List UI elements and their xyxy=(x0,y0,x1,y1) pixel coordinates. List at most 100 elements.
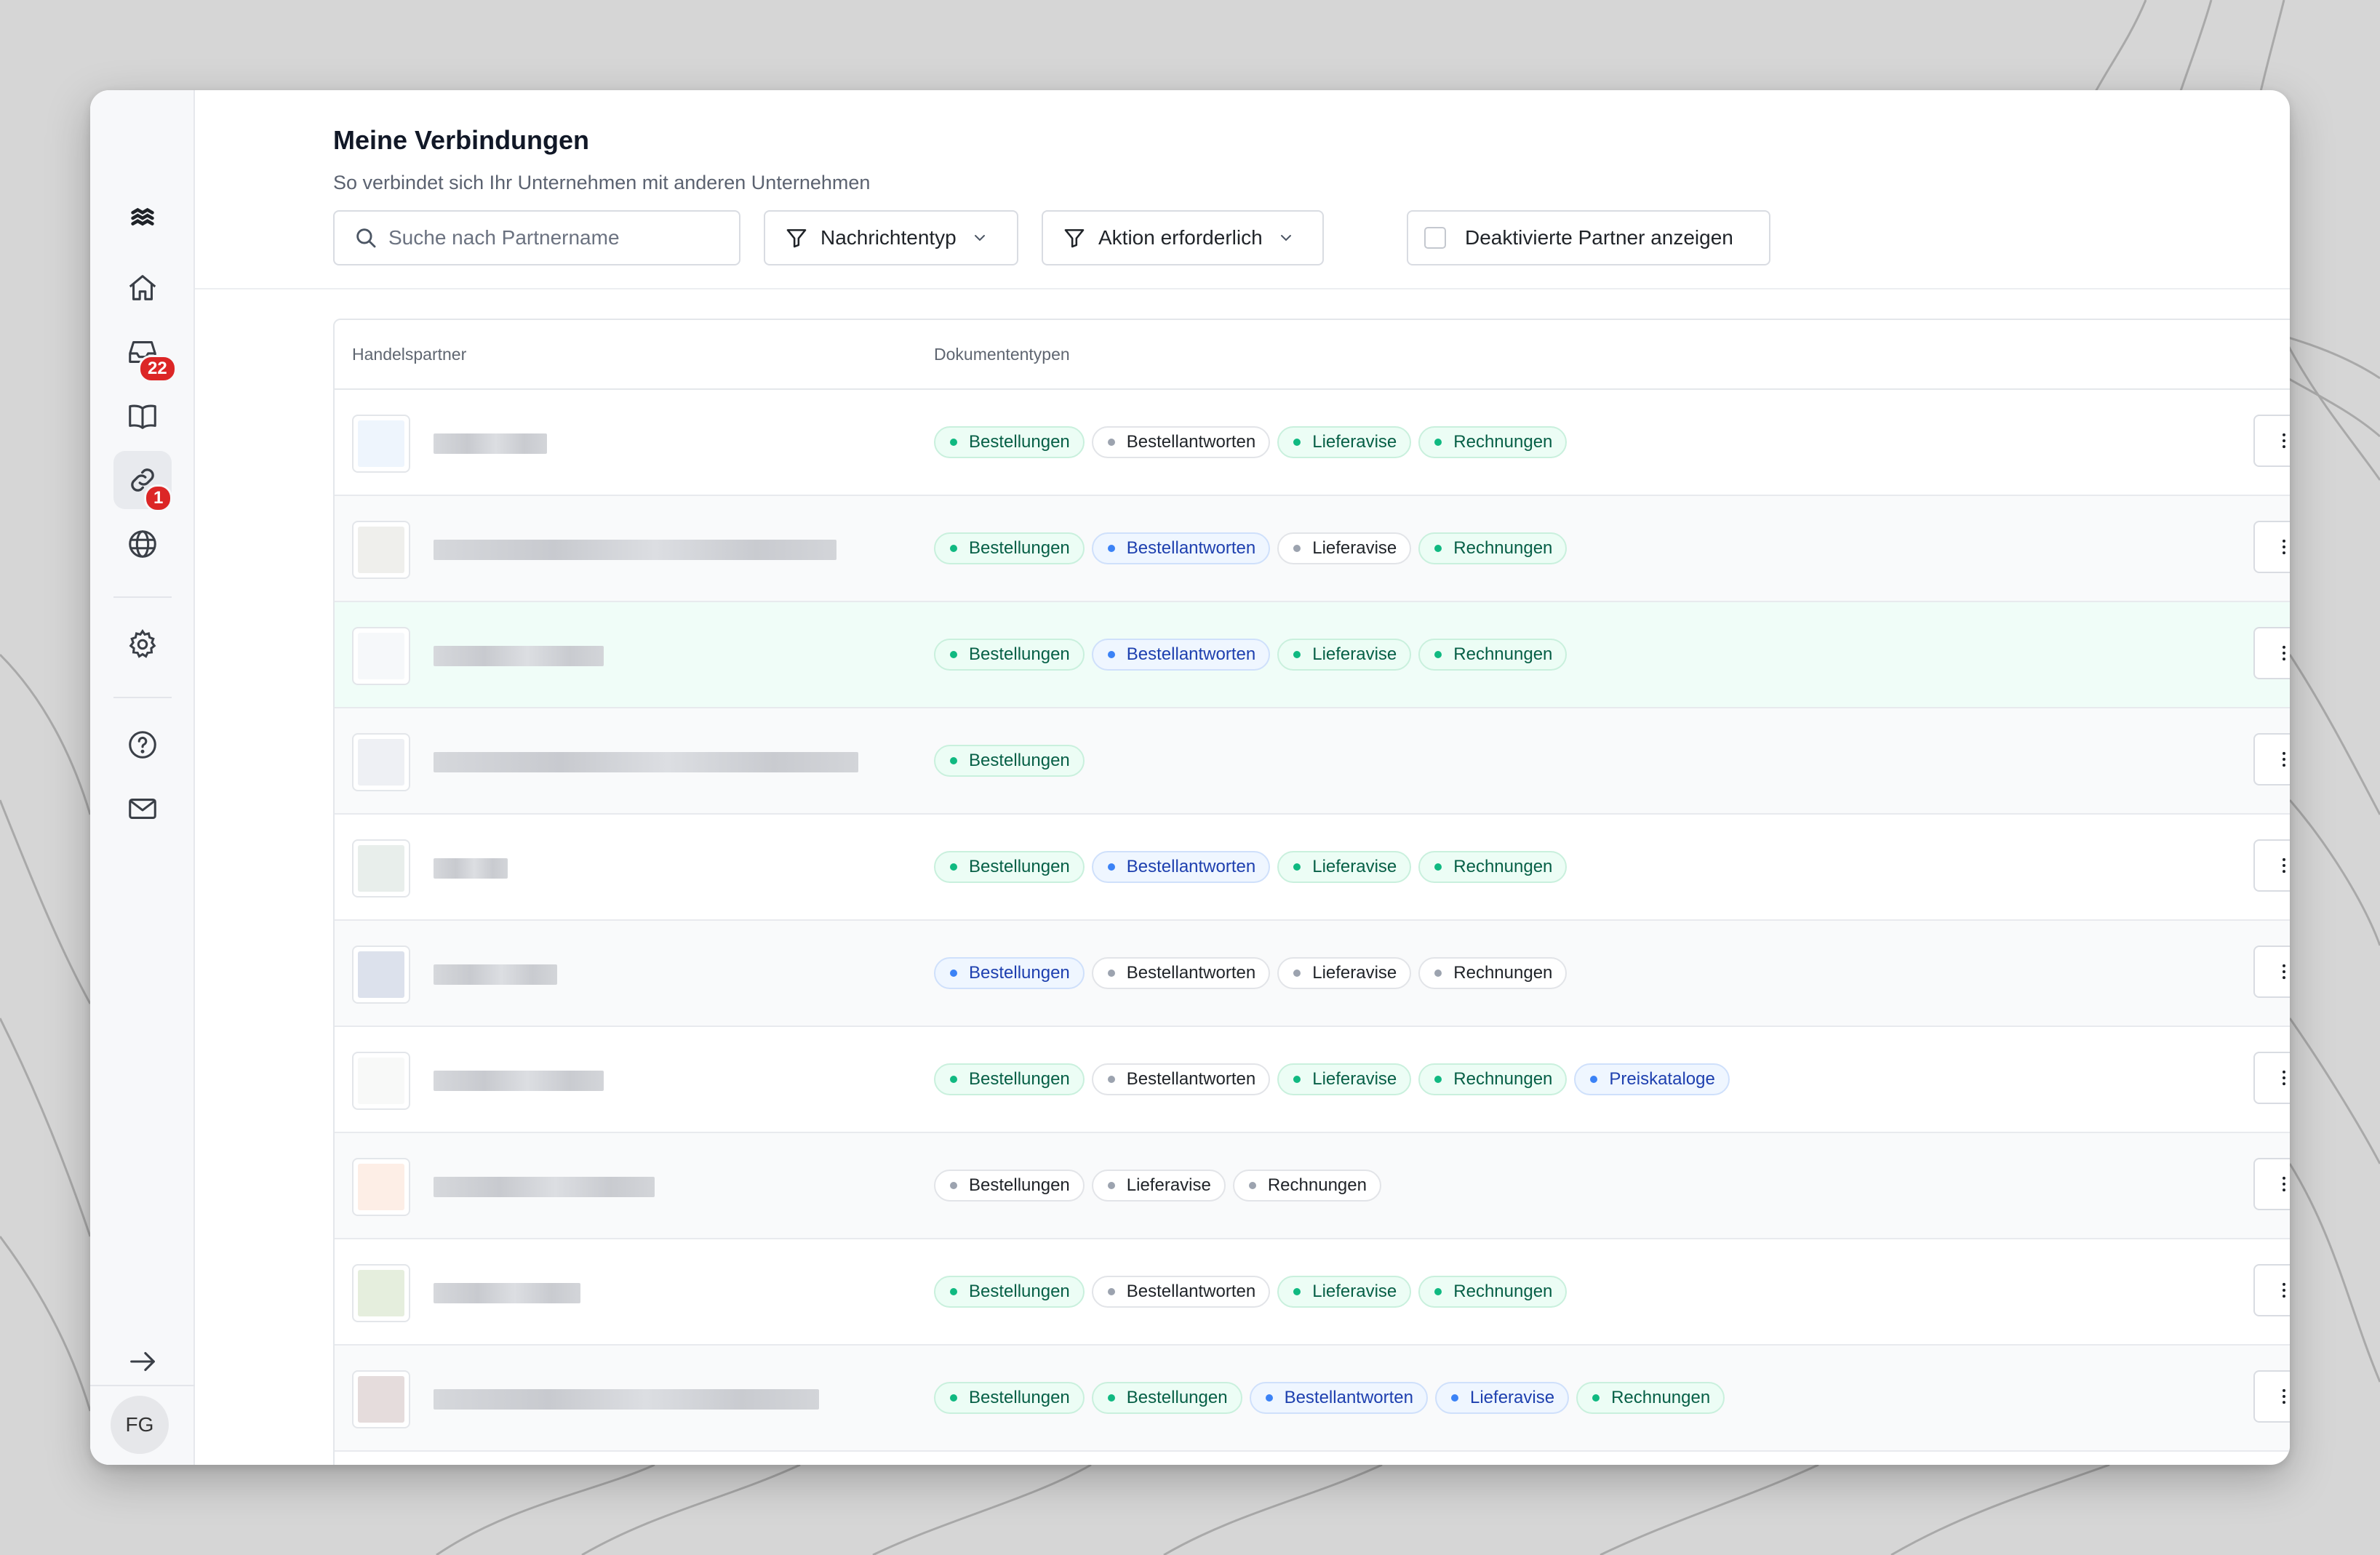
partner-logo xyxy=(352,1158,410,1216)
document-type-tag: Bestellungen xyxy=(934,851,1085,883)
row-actions-button[interactable] xyxy=(2253,521,2290,573)
partner-logo-image xyxy=(358,633,404,679)
document-type-tags: Bestellungen Bestellantworten Lieferavise R… xyxy=(934,1063,1730,1095)
document-type-label: Rechnungen xyxy=(1453,538,1553,558)
document-type-label: Bestellungen xyxy=(969,1175,1070,1195)
partner-logo xyxy=(352,1052,410,1110)
row-actions-button[interactable] xyxy=(2253,1370,2290,1423)
table-row[interactable]: Bestellungen Bestellantworten Lieferavise R… xyxy=(335,602,2290,708)
document-type-tag: Bestellantworten xyxy=(1091,851,1271,883)
document-type-tags: Bestellungen Bestellantworten Lieferavise R… xyxy=(934,957,1568,989)
document-type-label: Rechnungen xyxy=(1453,857,1553,876)
document-type-label: Bestellantworten xyxy=(1126,963,1256,983)
status-dot xyxy=(1434,970,1442,977)
document-type-label: Bestellungen xyxy=(969,1388,1070,1407)
document-type-label: Lieferavise xyxy=(1126,1175,1211,1195)
book-icon[interactable] xyxy=(113,387,172,445)
table-row[interactable]: Bestellungen Lieferavise Rechnungen xyxy=(335,1133,2290,1239)
globe-icon[interactable] xyxy=(113,515,172,573)
table-row[interactable]: Bestellungen Bestellantworten Lieferavise R… xyxy=(335,921,2290,1027)
document-type-label: Rechnungen xyxy=(1453,644,1553,664)
partner-name-redacted xyxy=(434,1283,580,1303)
show-deactivated-label: Deaktivierte Partner anzeigen xyxy=(1465,226,1733,249)
search-input[interactable] xyxy=(388,226,708,249)
connections-count-badge: 1 xyxy=(144,484,173,512)
partner-logo-image xyxy=(358,951,404,998)
mail-icon[interactable] xyxy=(113,780,172,838)
sidebar-footer-divider xyxy=(90,1385,195,1386)
row-actions-button[interactable] xyxy=(2253,1052,2290,1104)
table-row[interactable]: Bestellungen Bestellantworten Lieferavise R… xyxy=(335,815,2290,921)
document-type-label: Lieferavise xyxy=(1312,432,1397,452)
gear-icon[interactable] xyxy=(113,615,172,673)
avatar[interactable]: FG xyxy=(111,1396,169,1454)
document-type-label: Lieferavise xyxy=(1312,963,1397,983)
row-actions-button[interactable] xyxy=(2253,415,2290,467)
column-header-document-types: Dokumententypen xyxy=(934,345,1070,364)
partner-logo xyxy=(352,1370,410,1428)
row-actions-button[interactable] xyxy=(2253,733,2290,786)
status-dot xyxy=(1107,1076,1115,1083)
message-type-filter[interactable]: Nachrichtentyp xyxy=(764,210,1018,265)
document-type-tag: Rechnungen xyxy=(1418,532,1568,564)
status-dot xyxy=(950,1288,957,1295)
action-required-filter[interactable]: Aktion erforderlich xyxy=(1042,210,1324,265)
document-type-tag: Bestellantworten xyxy=(1249,1382,1428,1414)
document-type-label: Lieferavise xyxy=(1470,1388,1555,1407)
partner-name-redacted xyxy=(434,752,858,772)
document-type-tag: Bestellungen xyxy=(1091,1382,1242,1414)
table-row[interactable]: Bestellungen xyxy=(335,708,2290,815)
status-dot xyxy=(1293,439,1301,446)
table-row[interactable]: Bestellungen Bestellantworten Lieferavise R… xyxy=(335,1027,2290,1133)
search-box[interactable] xyxy=(333,210,740,265)
help-icon[interactable] xyxy=(113,716,172,774)
document-type-label: Bestellantworten xyxy=(1126,857,1256,876)
row-actions-button[interactable] xyxy=(2253,1158,2290,1210)
document-type-label: Bestellungen xyxy=(969,644,1070,664)
status-dot xyxy=(1434,651,1442,658)
row-actions-button[interactable] xyxy=(2253,627,2290,679)
table-row[interactable]: Bestellungen Bestellantworten Lieferavise R… xyxy=(335,496,2290,602)
status-dot xyxy=(1293,1076,1301,1083)
row-actions-button[interactable] xyxy=(2253,1264,2290,1316)
partner-name-redacted xyxy=(434,433,547,454)
inbox-icon[interactable]: 22 xyxy=(113,323,177,383)
action-required-filter-label: Aktion erforderlich xyxy=(1098,226,1263,249)
status-dot xyxy=(950,545,957,552)
more-vertical-icon xyxy=(2283,1176,2285,1192)
link-icon[interactable]: 1 xyxy=(113,451,173,512)
document-type-label: Rechnungen xyxy=(1611,1388,1711,1407)
table-row[interactable]: Bestellungen Bestellantworten Lieferavise R… xyxy=(335,1239,2290,1346)
partner-logo-image xyxy=(358,1164,404,1210)
status-dot xyxy=(1434,863,1442,871)
document-type-tag: Rechnungen xyxy=(1418,851,1568,883)
more-vertical-icon xyxy=(2283,964,2285,980)
document-type-label: Bestellungen xyxy=(969,538,1070,558)
partner-logo-image xyxy=(358,1058,404,1104)
document-type-label: Bestellantworten xyxy=(1126,644,1256,664)
status-dot xyxy=(1451,1394,1458,1402)
document-type-tag: Bestellungen xyxy=(934,1063,1085,1095)
document-type-tag: Rechnungen xyxy=(1232,1170,1381,1202)
document-type-label: Bestellantworten xyxy=(1126,538,1256,558)
row-actions-button[interactable] xyxy=(2253,839,2290,892)
document-type-tag: Rechnungen xyxy=(1418,1063,1568,1095)
document-type-label: Lieferavise xyxy=(1312,1282,1397,1301)
document-type-tag: Bestellungen xyxy=(934,639,1085,671)
document-type-label: Lieferavise xyxy=(1312,1069,1397,1089)
document-type-label: Lieferavise xyxy=(1312,857,1397,876)
home-icon[interactable] xyxy=(113,259,172,317)
arrow-right-icon[interactable] xyxy=(113,1332,172,1391)
show-deactivated-toggle[interactable]: Deaktivierte Partner anzeigen xyxy=(1407,210,1770,265)
status-dot xyxy=(1107,1182,1115,1189)
document-type-tag: Preiskataloge xyxy=(1574,1063,1730,1095)
status-dot xyxy=(1265,1394,1273,1402)
document-type-label: Preiskataloge xyxy=(1609,1069,1715,1089)
table-row[interactable]: Bestellungen Bestellantworten Lieferavise R… xyxy=(335,390,2290,496)
show-deactivated-checkbox[interactable] xyxy=(1424,227,1446,249)
row-actions-button[interactable] xyxy=(2253,946,2290,998)
column-header-partner: Handelspartner xyxy=(352,345,467,364)
wave-logo-icon[interactable] xyxy=(113,189,172,247)
partner-name-redacted xyxy=(434,646,604,666)
table-row[interactable]: Bestellungen Bestellungen Bestellantworten… xyxy=(335,1346,2290,1452)
